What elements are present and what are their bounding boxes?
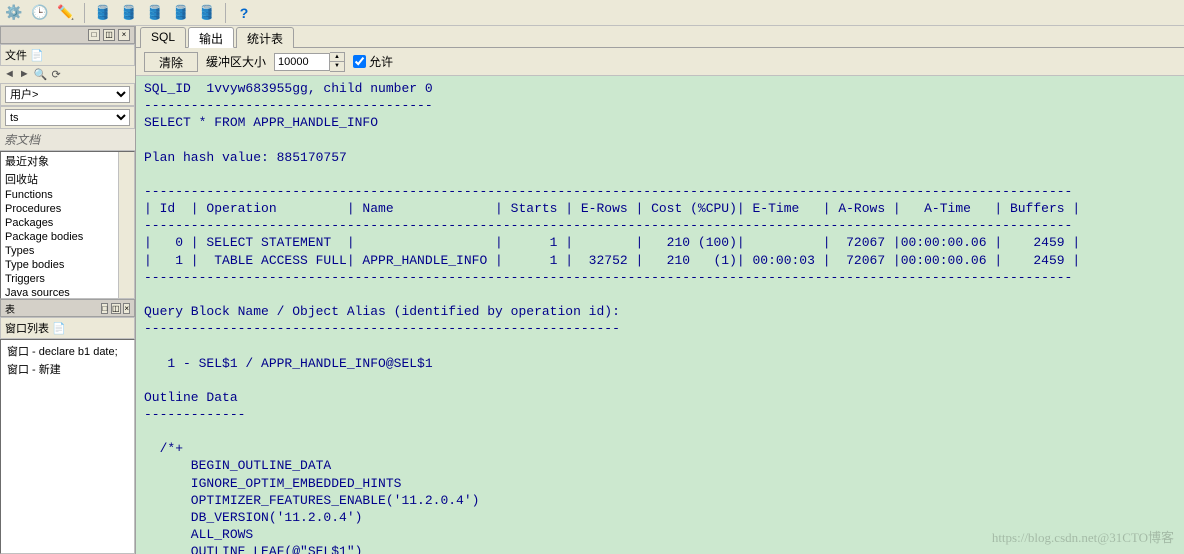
tree-item[interactable]: Java sources [1,286,134,299]
tree-item[interactable]: Packages [1,216,134,230]
new-window-icon[interactable]: 📄 [52,322,66,335]
close-icon[interactable]: × [118,29,130,41]
left-sidebar: □ ◫ × 文件 📄 ◄ ► 🔍 ⟳ 用户> ts 索文档 最近对象回收站Fun… [0,26,136,554]
clock-icon[interactable]: 🕒 [30,3,50,23]
tab-统计表[interactable]: 统计表 [236,27,294,48]
mini-toolbar: ◄ ► 🔍 ⟳ [0,66,135,83]
spinner-up-icon[interactable]: ▲ [330,53,344,62]
allow-checkbox-wrap: 允许 [353,53,393,70]
list-label: 表 [5,301,15,316]
tab-SQL[interactable]: SQL [140,27,186,48]
object-tree[interactable]: 最近对象回收站FunctionsProceduresPackagesPackag… [0,151,135,299]
output-toolbar: 清除 缓冲区大小 ▲ ▼ 允许 [136,48,1184,76]
watermark: https://blog.csdn.net@31CTO博客 [992,527,1174,546]
sql-output[interactable]: SQL_ID 1vvyw683955gg, child number 0 ---… [136,76,1184,554]
pin-icon[interactable]: □ [88,29,100,41]
close-icon[interactable]: × [123,303,130,314]
gear-icon[interactable]: ⚙️ [4,3,24,23]
window-list-row: 窗口列表 📄 [0,317,135,339]
tab-bar: SQL输出统计表 [136,26,1184,48]
ts-row: ts [0,106,135,129]
tree-item[interactable]: Functions [1,188,134,202]
clear-button[interactable]: 清除 [144,52,198,72]
refresh-icon[interactable]: ⟳ [51,68,60,81]
restore-icon[interactable]: ◫ [103,29,115,41]
window-list-item[interactable]: 窗口 - 新建 [3,360,132,378]
top-toolbar: ⚙️ 🕒 ✏️ 🛢️ 🛢️ 🛢️ 🛢️ 🛢️ ? [0,0,1184,26]
panel-header-controls: □ ◫ × [0,26,135,44]
search-doc-label: 索文档 [0,129,135,151]
allow-checkbox[interactable] [353,55,366,68]
separator [84,3,85,23]
restore-icon[interactable]: ◫ [111,303,121,314]
main-content: SQL输出统计表 清除 缓冲区大小 ▲ ▼ 允许 SQL_ID 1vvyw683… [136,26,1184,554]
separator [225,3,226,23]
search-icon[interactable]: 🔍 [34,68,48,81]
filter-icon[interactable]: 📄 [30,49,44,62]
tree-item[interactable]: Package bodies [1,230,134,244]
window-list-label: 窗口列表 [5,320,49,336]
list-panel-header: 表 □ ◫ × [0,299,135,317]
tab-输出[interactable]: 输出 [188,27,234,48]
tree-scrollbar[interactable] [118,152,134,298]
buffer-size-spinner: ▲ ▼ [274,52,345,72]
tree-item[interactable]: Procedures [1,202,134,216]
ts-select[interactable]: ts [5,109,130,126]
nav-right-icon[interactable]: ► [19,68,30,81]
buffer-size-label: 缓冲区大小 [206,53,266,70]
tree-item[interactable]: Type bodies [1,258,134,272]
nav-left-icon[interactable]: ◄ [4,68,15,81]
window-list-item[interactable]: 窗口 - declare b1 date; [3,342,132,360]
allow-label: 允许 [369,53,393,70]
user-row: 用户> [0,83,135,106]
db5-icon[interactable]: 🛢️ [197,3,217,23]
db2-icon[interactable]: 🛢️ [119,3,139,23]
buffer-size-input[interactable] [274,53,330,71]
tree-item[interactable]: Triggers [1,272,134,286]
tree-item[interactable]: 回收站 [1,170,134,188]
pencil-icon[interactable]: ✏️ [56,3,76,23]
db1-icon[interactable]: 🛢️ [93,3,113,23]
user-select[interactable]: 用户> [5,86,130,103]
db3-icon[interactable]: 🛢️ [145,3,165,23]
file-label: 文件 [5,47,27,63]
spinner-down-icon[interactable]: ▼ [330,62,344,71]
file-row: 文件 📄 [0,44,135,66]
tree-item[interactable]: Types [1,244,134,258]
window-list[interactable]: 窗口 - declare b1 date;窗口 - 新建 [0,339,135,554]
help-icon[interactable]: ? [234,3,254,23]
db4-icon[interactable]: 🛢️ [171,3,191,23]
tree-item[interactable]: 最近对象 [1,152,134,170]
pin-icon[interactable]: □ [101,303,108,314]
